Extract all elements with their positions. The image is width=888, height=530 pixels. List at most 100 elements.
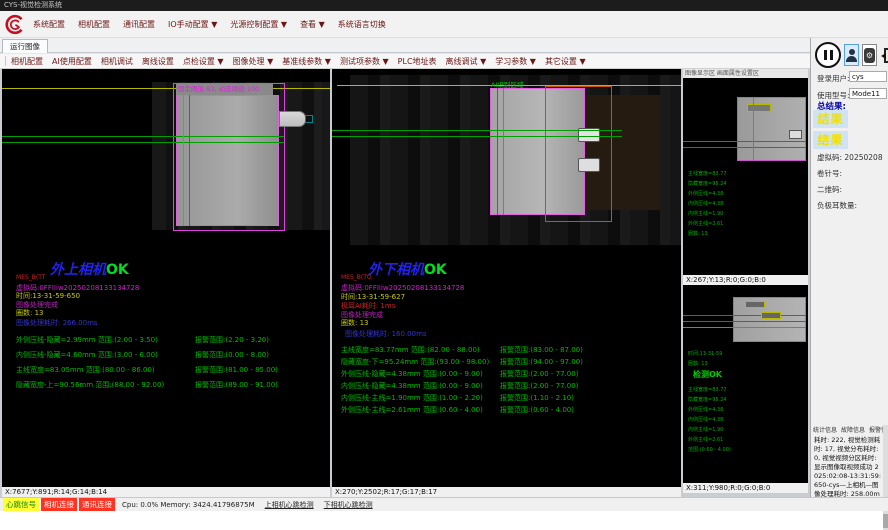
reflective-tab bbox=[578, 158, 600, 172]
thumb-measure-lines: 时间:13-31-59 圈数: 13 bbox=[688, 349, 722, 369]
thumb-line: 内侧主线=1.90 bbox=[688, 209, 727, 219]
camera-result-title: 外上相机OK bbox=[50, 259, 129, 279]
tab-run-image[interactable]: 运行图像 bbox=[2, 39, 48, 53]
login-user-value[interactable]: cys bbox=[849, 71, 887, 82]
result-display-1: 结果 bbox=[813, 110, 848, 128]
thumb-top-canvas[interactable]: 主线宽度=83.77 隐藏宽度=95.24 外侧压线=4.38 内侧压线=4.3… bbox=[683, 78, 808, 275]
stats-scrollbar[interactable] bbox=[883, 425, 888, 530]
annotation-cyan-line bbox=[683, 327, 806, 328]
annotation-yellow-label bbox=[761, 312, 781, 319]
alarm-range: 报警范围:(0.00 - 8.00) bbox=[195, 350, 269, 360]
tool-ai-usage-config[interactable]: AI使用配置 bbox=[52, 56, 92, 67]
menu-camera-config[interactable]: 相机配置 bbox=[78, 19, 110, 30]
annotation-yellow-label bbox=[745, 301, 765, 308]
login-user-label: 登录用户: bbox=[817, 73, 850, 84]
thumbnail-column: 图像显示区 画面属性设置区 主线宽度=83.77 隐藏宽度=95.24 外侧压线… bbox=[683, 69, 808, 497]
measurement-value: 外侧压线-隐藏=4.38mm 范围:(0.00 - 9.00) bbox=[341, 370, 483, 378]
tool-baseline-params[interactable]: 基准线参数 ▼ bbox=[282, 56, 331, 67]
settings-button[interactable]: ⚙ bbox=[862, 44, 877, 66]
tool-spot-check[interactable]: 点检设置 ▼ bbox=[183, 56, 224, 67]
measurement-list: 外侧压线-隐藏=2.99mm 范围:(2.00 - 3.50)报警范围:(2.2… bbox=[16, 335, 164, 395]
result-display-2: 结果 bbox=[813, 131, 848, 149]
thumb-line: 圈数: 13 bbox=[688, 229, 727, 239]
tool-camera-debug[interactable]: 相机调试 bbox=[101, 56, 133, 67]
thumb-bottom-canvas[interactable]: 时间:13-31-59 圈数: 13 检测OK 主线宽度=83.77 隐藏宽度=… bbox=[683, 285, 808, 483]
toolbar: 相机配置 AI使用配置 相机调试 离线设置 点检设置 ▼ 图像处理 ▼ 基准线参… bbox=[0, 53, 810, 69]
mid-camera-canvas[interactable]: AI识别区域 外下相机OK MES_B(TO 虚拟码:0FFIIiw202502… bbox=[332, 69, 681, 487]
menu-light-control-config[interactable]: 光源控制配置 ▼ bbox=[230, 19, 287, 30]
tool-offline-debug[interactable]: 离线调试 ▼ bbox=[446, 56, 487, 67]
measurement-row: 外侧压线-主线=2.61mm 范围:(0.60 - 4.00)报警范围:(0.6… bbox=[341, 405, 489, 417]
annotation-green-line bbox=[683, 315, 806, 316]
measurement-value: 内侧压线-隐藏=4.60mm 范围:(3.00 - 6.00) bbox=[16, 351, 158, 359]
tab-count-field: 负极耳数量: bbox=[817, 200, 857, 211]
measurement-value: 隐藏宽度-上=90.56mm 范围:(88.00 - 92.00) bbox=[16, 381, 164, 389]
tab-strip: 运行图像 bbox=[0, 38, 888, 53]
process-time-label: 图像处理耗时: 266.00ms bbox=[16, 318, 98, 328]
user-login-button[interactable] bbox=[844, 44, 859, 66]
exit-button[interactable] bbox=[880, 44, 888, 66]
pause-icon bbox=[830, 50, 833, 60]
left-camera-view: 固定阈值:93, 动态阈值:100 外上相机OK MES_B(TT 虚拟码:0F… bbox=[2, 69, 330, 497]
upper-camera-heartbeat-link[interactable]: 上相机心跳检测 bbox=[265, 500, 314, 510]
annotation-cyan-line bbox=[183, 95, 184, 226]
thumb-line: 外侧压线=4.38 bbox=[688, 405, 731, 415]
menu-bar: 系统配置 相机配置 通讯配置 IO手动配置 ▼ 光源控制配置 ▼ 查看 ▼ 系统… bbox=[0, 11, 888, 38]
measurement-row: 内侧压线-隐藏=4.60mm 范围:(3.00 - 6.00)报警范围:(0.0… bbox=[16, 350, 164, 365]
alarm-range: 报警范围:(89.00 - 91.00) bbox=[195, 380, 278, 390]
thumb-line: 内侧压线=4.38 bbox=[688, 199, 727, 209]
measurement-row: 内侧压线-主线=1.90mm 范围:(1.00 - 2.20)报警范围:(1.1… bbox=[341, 393, 489, 405]
menu-io-manual-config[interactable]: IO手动配置 ▼ bbox=[168, 19, 217, 30]
measurement-row: 隐藏宽度-上=90.56mm 范围:(88.00 - 92.00)报警范围:(8… bbox=[16, 380, 164, 395]
menu-language-switch[interactable]: 系统语言切换 bbox=[338, 19, 386, 30]
pause-button[interactable] bbox=[815, 42, 841, 68]
thumb-line: 内侧主线=1.90 bbox=[688, 425, 731, 435]
annotation-green-line bbox=[332, 130, 622, 131]
connector-tip-annotation bbox=[305, 115, 313, 123]
needle-number-field: 卷针号: bbox=[817, 168, 842, 179]
measurement-value: 主线宽度=83.77mm 范围:(82.00 - 88.00) bbox=[341, 346, 480, 354]
mes-status-label: MES_B(TT bbox=[16, 274, 45, 281]
tool-learning-params[interactable]: 学习参数 ▼ bbox=[495, 56, 536, 67]
camera-result-title: 外下相机OK bbox=[368, 259, 447, 279]
tab-stat-info[interactable]: 统计信息 bbox=[813, 425, 837, 434]
tool-camera-config[interactable]: 相机配置 bbox=[11, 56, 43, 67]
annotation-yellow-label bbox=[747, 104, 771, 112]
menu-system-config[interactable]: 系统配置 bbox=[33, 19, 65, 30]
tool-image-processing[interactable]: 图像处理 ▼ bbox=[233, 56, 274, 67]
virtual-barcode-field: 虚拟码: 20250208 bbox=[817, 152, 883, 163]
scrollbar-thumb[interactable] bbox=[883, 514, 888, 528]
pixel-coords-readout: X:7677;Y:891;R:14;G:14;B:14 bbox=[2, 487, 330, 497]
camera-connection-badge: 相机连接 bbox=[41, 498, 77, 511]
annotation-green-line bbox=[683, 147, 806, 148]
tab-fault-info[interactable]: 故障信息 bbox=[841, 425, 865, 434]
tool-test-params[interactable]: 测试项参数 ▼ bbox=[340, 56, 389, 67]
measurement-value: 外侧压线-隐藏=2.99mm 范围:(2.00 - 3.50) bbox=[16, 336, 158, 344]
control-buttons: ⚙ bbox=[815, 42, 888, 68]
main-area: 固定阈值:93, 动态阈值:100 外上相机OK MES_B(TT 虚拟码:0F… bbox=[0, 69, 888, 497]
gear-icon: ⚙ bbox=[864, 48, 875, 63]
left-camera-canvas[interactable]: 固定阈值:93, 动态阈值:100 外上相机OK MES_B(TT 虚拟码:0F… bbox=[2, 69, 330, 487]
mes-status-label: MES_B(TO bbox=[341, 274, 372, 281]
tool-offline-settings[interactable]: 离线设置 bbox=[142, 56, 174, 67]
ok-status-label: OK bbox=[424, 262, 447, 278]
mid-camera-view: AI识别区域 外下相机OK MES_B(TO 虚拟码:0FFIIiw202502… bbox=[332, 69, 681, 497]
thumb-line: 外侧主线=2.61 bbox=[688, 435, 731, 445]
lower-camera-heartbeat-link[interactable]: 下相机心跳检测 bbox=[324, 500, 373, 510]
window-titlebar: CYS-视觉检测系统 bbox=[0, 0, 888, 11]
alarm-range: 报警范围:(2.20 - 3.20) bbox=[195, 335, 269, 345]
menu-comm-config[interactable]: 通讯配置 bbox=[123, 19, 155, 30]
annotation-cyan-line bbox=[503, 88, 504, 215]
thumb-line: 时间:13-31-59 bbox=[688, 349, 722, 359]
menu-view[interactable]: 查看 ▼ bbox=[300, 19, 325, 30]
side-control-panel: ⚙ 登录用户: cys 使用型号: Mode11 总结果: 结果 结果 虚拟码:… bbox=[810, 38, 888, 497]
model-value[interactable]: Mode11 bbox=[849, 88, 887, 99]
annotation-green-vline bbox=[189, 95, 190, 226]
pixel-coords-readout: X:267;Y:13;R:0;G:0;B:0 bbox=[683, 275, 808, 285]
tool-other-settings[interactable]: 其它设置 ▼ bbox=[545, 56, 586, 67]
toolbar-separator bbox=[5, 56, 6, 66]
annotation-green-line bbox=[2, 142, 284, 143]
turns-label: 圈数: 13 bbox=[341, 318, 369, 328]
comm-connection-badge: 通讯连接 bbox=[79, 498, 115, 511]
tool-plc-address-table[interactable]: PLC地址表 bbox=[398, 56, 437, 67]
